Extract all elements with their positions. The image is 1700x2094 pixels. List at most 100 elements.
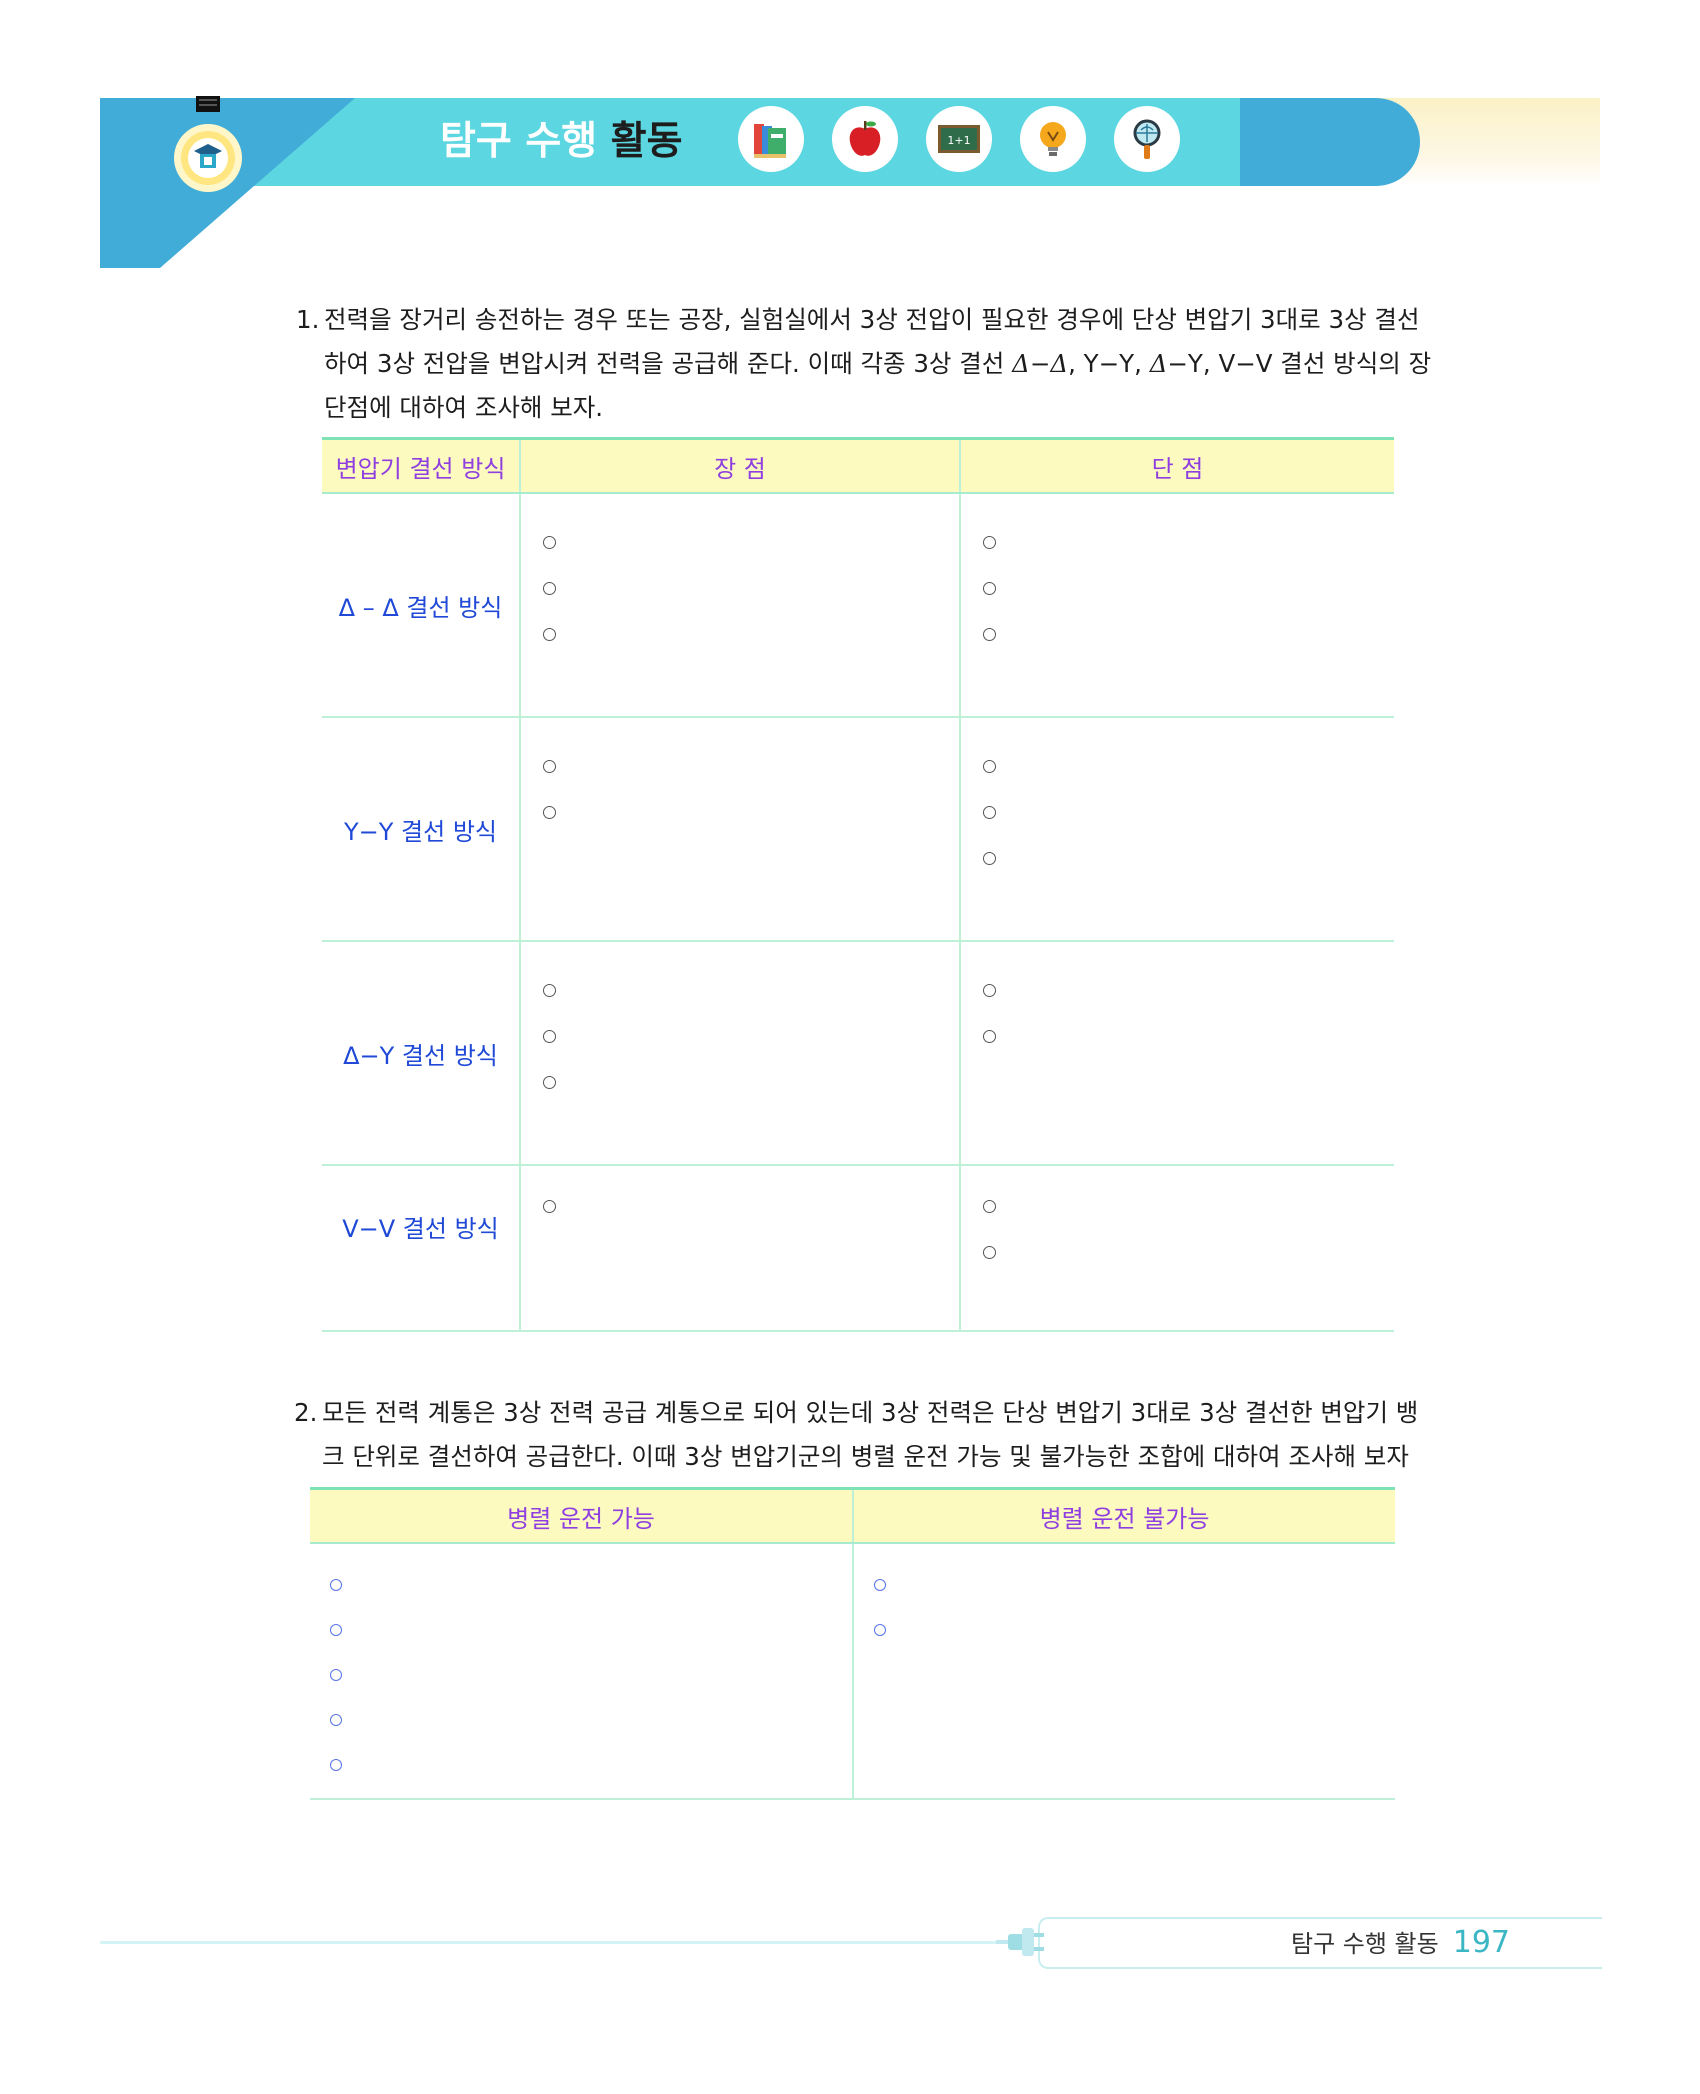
list-item — [983, 744, 1394, 790]
bullet-circle-icon — [983, 1030, 996, 1043]
table-header-row: 병렬 운전 가능 병렬 운전 불가능 — [310, 1487, 1395, 1544]
bullet-circle-icon — [330, 1714, 342, 1726]
pros-list — [521, 1166, 959, 1230]
question-1-delta-delta: Δ−Δ — [1012, 349, 1069, 378]
list-item — [330, 1607, 852, 1652]
list-item — [983, 612, 1394, 658]
cons-list — [961, 942, 1394, 1060]
table-header-row: 변압기 결선 방식 장 점 단 점 — [322, 437, 1394, 494]
bullet-circle-icon — [543, 1200, 556, 1213]
bullet-circle-icon — [543, 760, 556, 773]
possible-list — [310, 1544, 852, 1787]
list-item — [983, 566, 1394, 612]
bullet-circle-icon — [983, 628, 996, 641]
list-item — [543, 566, 959, 612]
question-1-number: 1. — [296, 305, 320, 334]
page-number: 197 — [1452, 1925, 1510, 1960]
bullet-circle-icon — [983, 806, 996, 819]
cons-list — [961, 494, 1394, 658]
bullet-circle-icon — [983, 1246, 996, 1259]
list-item — [543, 1184, 959, 1230]
impossible-list — [854, 1544, 1395, 1652]
table-row: V−V 결선 방식 — [322, 1165, 1394, 1332]
bullet-circle-icon — [543, 536, 556, 549]
list-item — [983, 1230, 1394, 1276]
list-item — [874, 1562, 1395, 1607]
row-label-delta-y: Δ−Y 결선 방식 — [322, 941, 520, 1166]
books-icon — [738, 106, 804, 172]
list-item — [543, 1060, 959, 1106]
possible-cell — [310, 1543, 853, 1800]
list-item — [543, 744, 959, 790]
bullet-circle-icon — [543, 1030, 556, 1043]
question-1-line2c: −Y, V−V 결선 방식의 장 — [1167, 349, 1432, 378]
footer-line — [100, 1941, 1000, 1944]
bullet-circle-icon — [330, 1624, 342, 1636]
chalkboard-text: 1+1 — [947, 134, 970, 147]
list-item — [983, 968, 1394, 1014]
lightbulb-icon — [1020, 106, 1086, 172]
header-parallel-impossible: 병렬 운전 불가능 — [852, 1487, 1395, 1544]
list-item — [983, 836, 1394, 882]
pros-cell — [519, 717, 960, 942]
header-parallel-possible: 병렬 운전 가능 — [310, 1487, 853, 1544]
connection-method-table: 변압기 결선 방식 장 점 단 점 Δ – Δ 결선 방식 Y−Y 결선 방식 … — [322, 437, 1394, 1332]
list-item — [330, 1562, 852, 1607]
cons-cell — [959, 493, 1394, 718]
question-2-line2: 크 단위로 결선하여 공급한다. 이때 3상 변압기군의 병렬 운전 가능 및 … — [322, 1442, 1409, 1471]
footer-label: 탐구 수행 활동 — [1290, 1930, 1439, 1958]
header-diagonal-stripe — [100, 98, 355, 268]
bullet-circle-icon — [543, 628, 556, 641]
magnifier-icon — [1114, 106, 1180, 172]
bullet-circle-icon — [874, 1579, 886, 1591]
list-item — [543, 1014, 959, 1060]
table-row: Y−Y 결선 방식 — [322, 717, 1394, 942]
question-1-line1: 전력을 장거리 송전하는 경우 또는 공장, 실험실에서 3상 전압이 필요한 … — [324, 305, 1420, 334]
list-item — [983, 520, 1394, 566]
list-item — [330, 1697, 852, 1742]
table-row — [310, 1543, 1395, 1800]
list-item — [330, 1742, 852, 1787]
parallel-operation-table: 병렬 운전 가능 병렬 운전 불가능 — [310, 1487, 1395, 1800]
cons-list — [961, 718, 1394, 882]
pros-cell — [519, 1165, 960, 1332]
bullet-circle-icon — [330, 1759, 342, 1771]
footer-text: 탐구 수행 활동 197 — [1291, 1921, 1510, 1965]
bullet-circle-icon — [983, 1200, 996, 1213]
list-item — [543, 520, 959, 566]
header-connection-method: 변압기 결선 방식 — [322, 437, 520, 494]
row-label-y-y: Y−Y 결선 방식 — [322, 717, 520, 942]
question-2-line1: 모든 전력 계통은 3상 전력 공급 계통으로 되어 있는데 3상 전력은 단상… — [322, 1398, 1419, 1427]
list-item — [874, 1607, 1395, 1652]
question-1-delta: Δ — [1149, 349, 1168, 378]
header-title-bold: 활동 — [610, 119, 683, 164]
question-1-line3: 단점에 대하여 조사해 보자. — [324, 393, 604, 422]
list-item — [543, 968, 959, 1014]
list-item — [543, 612, 959, 658]
chalkboard-icon: 1+1 — [926, 106, 992, 172]
graduation-bulb-icon — [174, 96, 242, 192]
header-title-light: 탐구 수행 — [440, 119, 598, 164]
bullet-circle-icon — [983, 582, 996, 595]
bullet-circle-icon — [874, 1624, 886, 1636]
cons-cell — [959, 1165, 1394, 1332]
cons-list — [961, 1166, 1394, 1276]
question-2-number: 2. — [294, 1398, 318, 1427]
header-disadvantages: 단 점 — [959, 437, 1394, 494]
header-title: 탐구 수행 활동 — [440, 110, 682, 174]
bullet-circle-icon — [330, 1579, 342, 1591]
table-row: Δ−Y 결선 방식 — [322, 941, 1394, 1166]
list-item — [983, 1184, 1394, 1230]
list-item — [983, 790, 1394, 836]
pros-list — [521, 718, 959, 836]
list-item — [983, 1014, 1394, 1060]
cons-cell — [959, 717, 1394, 942]
bullet-circle-icon — [543, 582, 556, 595]
header-advantages: 장 점 — [519, 437, 960, 494]
row-label-delta-delta: Δ – Δ 결선 방식 — [322, 493, 520, 718]
pros-list — [521, 494, 959, 658]
list-item — [543, 790, 959, 836]
bullet-circle-icon — [983, 760, 996, 773]
question-2: 2. 모든 전력 계통은 3상 전력 공급 계통으로 되어 있는데 3상 전력은 … — [294, 1391, 1418, 1479]
cons-cell — [959, 941, 1394, 1166]
